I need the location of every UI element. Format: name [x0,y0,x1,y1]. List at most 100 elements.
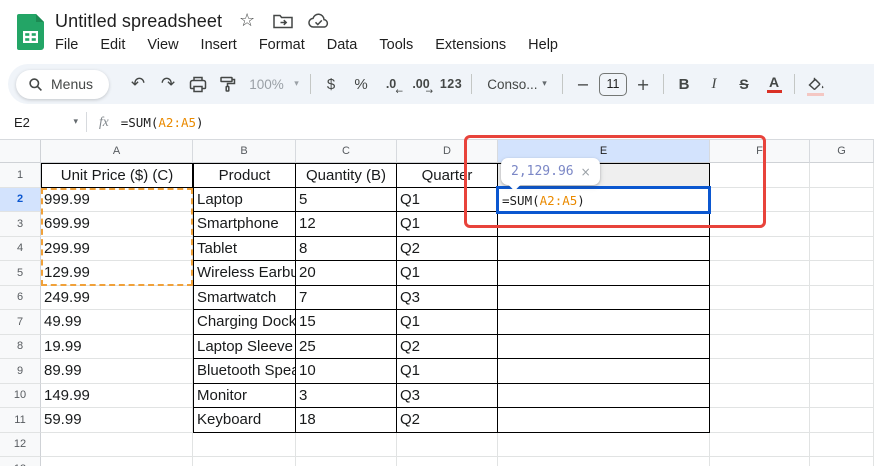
cell-C9[interactable]: 10 [296,359,397,384]
cell-E5[interactable] [498,261,710,286]
column-header-C[interactable]: C [296,140,397,163]
italic-button[interactable]: I [699,69,729,99]
menu-edit[interactable]: Edit [89,35,136,57]
menu-tools[interactable]: Tools [368,35,424,57]
document-title[interactable]: Untitled spreadsheet [55,11,222,32]
cell-F3[interactable] [710,212,810,237]
cell-G9[interactable] [810,359,874,384]
row-header-2[interactable]: 2 [0,188,41,213]
cell-E3[interactable] [498,212,710,237]
increase-font-size-button[interactable]: + [628,69,658,99]
cell-C8[interactable]: 25 [296,335,397,360]
font-size-field[interactable]: 11 [598,69,628,99]
cell-A5[interactable]: 129.99 [41,261,193,286]
cell-C5[interactable]: 20 [296,261,397,286]
select-all-corner[interactable] [0,140,41,163]
row-header-10[interactable]: 10 [0,384,41,409]
cell-F9[interactable] [710,359,810,384]
cell-F7[interactable] [710,310,810,335]
cell-A2[interactable]: 999.99 [41,188,193,213]
row-header-11[interactable]: 11 [0,408,41,433]
cell-F4[interactable] [710,237,810,262]
cell-G12[interactable] [810,433,874,458]
cell-D13[interactable] [397,457,498,466]
cell-G3[interactable] [810,212,874,237]
row-header-7[interactable]: 7 [0,310,41,335]
cell-B7[interactable]: Charging Dock [193,310,296,335]
cell-B9[interactable]: Bluetooth Speaker [193,359,296,384]
text-color-button[interactable]: A [759,69,789,99]
cell-D9[interactable]: Q1 [397,359,498,384]
percent-format-button[interactable]: % [346,69,376,99]
cell-E10[interactable] [498,384,710,409]
cell-B13[interactable] [193,457,296,466]
cell-F13[interactable] [710,457,810,466]
cell-A7[interactable]: 49.99 [41,310,193,335]
cell-F8[interactable] [710,335,810,360]
cell-G4[interactable] [810,237,874,262]
cell-C13[interactable] [296,457,397,466]
column-header-B[interactable]: B [193,140,296,163]
cell-C7[interactable]: 15 [296,310,397,335]
close-preview-icon[interactable]: × [581,165,591,179]
row-header-13[interactable]: 13 [0,457,41,466]
row-header-9[interactable]: 9 [0,359,41,384]
row-header-5[interactable]: 5 [0,261,41,286]
cell-E12[interactable] [498,433,710,458]
cell-D4[interactable]: Q2 [397,237,498,262]
cloud-status-icon[interactable] [308,10,330,32]
cell-G8[interactable] [810,335,874,360]
number-format-button[interactable]: 123 [436,69,466,99]
cell-B8[interactable]: Laptop Sleeve [193,335,296,360]
paint-format-button[interactable] [213,69,243,99]
cell-C4[interactable]: 8 [296,237,397,262]
cell-B11[interactable]: Keyboard [193,408,296,433]
cell-C2[interactable]: 5 [296,188,397,213]
redo-button[interactable]: ↷ [153,69,183,99]
undo-button[interactable]: ↶ [123,69,153,99]
cell-A11[interactable]: 59.99 [41,408,193,433]
cell-D5[interactable]: Q1 [397,261,498,286]
cell-G10[interactable] [810,384,874,409]
cell-A10[interactable]: 149.99 [41,384,193,409]
cell-C6[interactable]: 7 [296,286,397,311]
cell-A6[interactable]: 249.99 [41,286,193,311]
menu-extensions[interactable]: Extensions [424,35,517,57]
cell-B3[interactable]: Smartphone [193,212,296,237]
cell-G1[interactable] [810,163,874,188]
cell-A8[interactable]: 19.99 [41,335,193,360]
cell-G7[interactable] [810,310,874,335]
row-header-8[interactable]: 8 [0,335,41,360]
cell-B12[interactable] [193,433,296,458]
cell-A13[interactable] [41,457,193,466]
column-header-F[interactable]: F [710,140,810,163]
row-header-1[interactable]: 1 [0,163,41,188]
move-folder-icon[interactable] [272,10,294,32]
name-box[interactable]: E2 ▾ [0,115,86,130]
row-header-3[interactable]: 3 [0,212,41,237]
cell-F11[interactable] [710,408,810,433]
bold-button[interactable]: B [669,69,699,99]
menu-view[interactable]: View [136,35,189,57]
formula-input[interactable]: =SUM(A2:A5) [121,115,204,130]
cell-E4[interactable] [498,237,710,262]
menu-format[interactable]: Format [248,35,316,57]
cell-E8[interactable] [498,335,710,360]
row-header-4[interactable]: 4 [0,237,41,262]
cell-D11[interactable]: Q2 [397,408,498,433]
cell-D12[interactable] [397,433,498,458]
menu-file[interactable]: File [55,35,89,57]
sheets-logo-icon[interactable] [17,14,44,50]
cell-F5[interactable] [710,261,810,286]
currency-format-button[interactable]: $ [316,69,346,99]
cell-F1[interactable] [710,163,810,188]
cell-A1[interactable]: Unit Price ($) (C) [41,163,193,188]
cell-B10[interactable]: Monitor [193,384,296,409]
menu-help[interactable]: Help [517,35,569,57]
cell-B6[interactable]: Smartwatch [193,286,296,311]
cell-A4[interactable]: 299.99 [41,237,193,262]
fill-color-button[interactable] [800,69,830,99]
cell-E6[interactable] [498,286,710,311]
cell-D3[interactable]: Q1 [397,212,498,237]
cell-E7[interactable] [498,310,710,335]
